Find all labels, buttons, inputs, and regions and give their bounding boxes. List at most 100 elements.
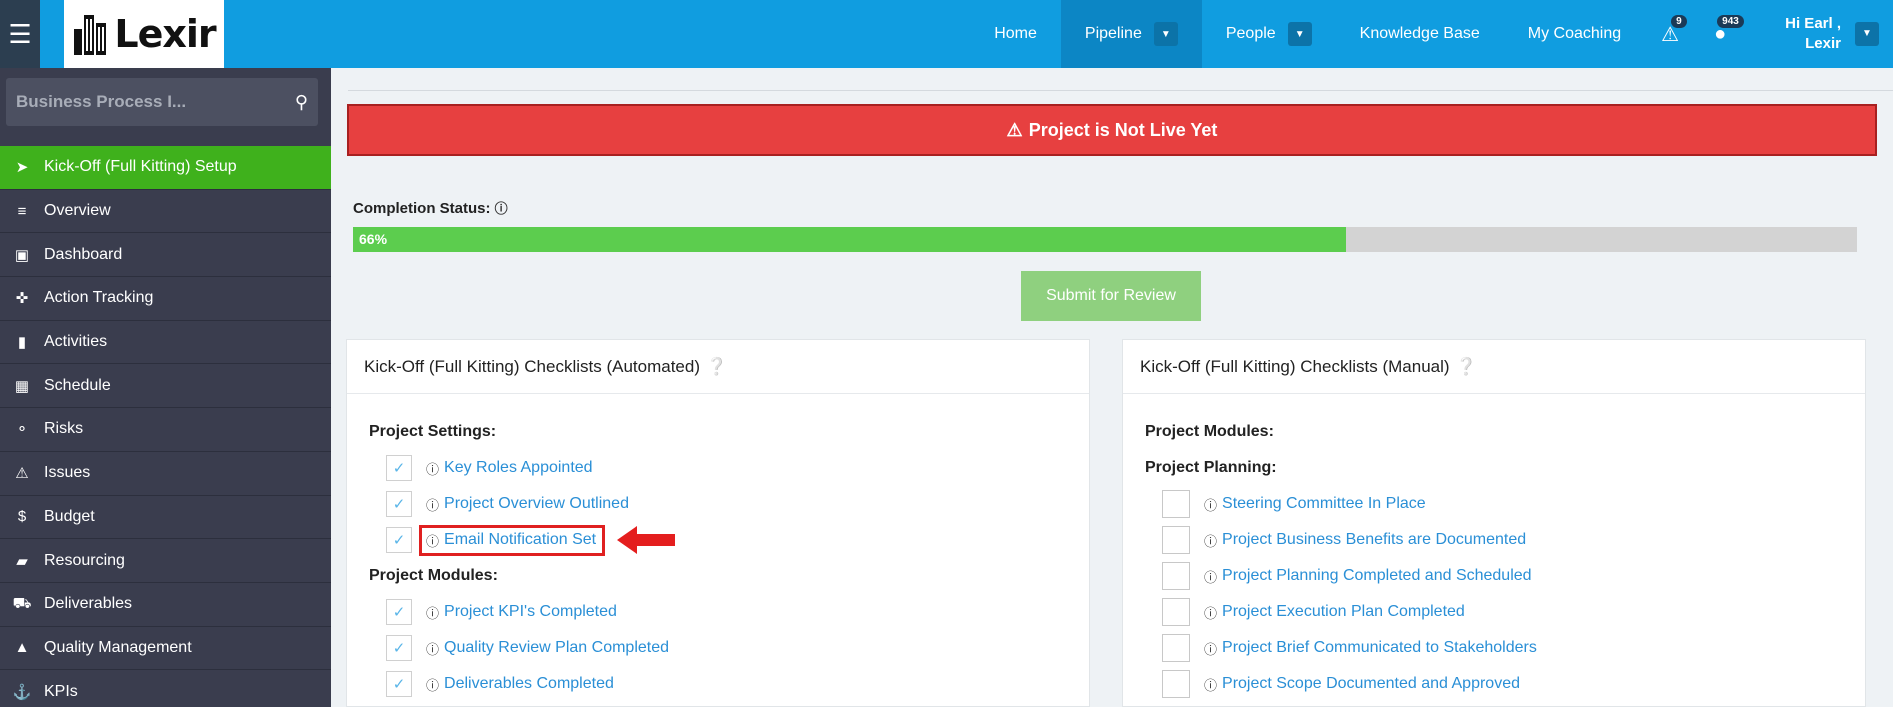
checklist-link[interactable]: Project Planning Completed and Scheduled bbox=[1222, 567, 1532, 585]
logo[interactable]: Lexir bbox=[64, 0, 224, 68]
checklist-link[interactable]: Project Brief Communicated to Stakeholde… bbox=[1222, 639, 1537, 657]
checkbox-unchecked[interactable] bbox=[1162, 490, 1190, 518]
nav-people[interactable]: People ▼ bbox=[1202, 0, 1336, 68]
checkbox-checked[interactable]: ✓ bbox=[386, 455, 412, 481]
nav-knowledge-base[interactable]: Knowledge Base bbox=[1336, 0, 1504, 68]
panel-header: Kick-Off (Full Kitting) Checklists (Manu… bbox=[1123, 340, 1865, 394]
checklist-link[interactable]: Deliverables Completed bbox=[444, 675, 614, 693]
section-label: Project Modules: bbox=[1145, 423, 1274, 440]
completion-label-text: Completion Status: bbox=[353, 200, 491, 217]
rocket-icon: ➤ bbox=[15, 159, 29, 177]
user-menu[interactable]: Hi Earl , Lexir ▼ bbox=[1745, 0, 1893, 68]
sidebar-item-schedule[interactable]: ▦ Schedule bbox=[0, 364, 331, 409]
dollar-icon: $ bbox=[17, 508, 27, 526]
checklist-link[interactable]: Project KPI's Completed bbox=[444, 603, 617, 621]
alerts-button[interactable]: ⚠ 9 bbox=[1645, 0, 1695, 68]
nav-pipeline[interactable]: Pipeline ▼ bbox=[1060, 0, 1202, 68]
info-icon[interactable]: ⓘ bbox=[1204, 675, 1217, 694]
notifications-badge: 943 bbox=[1717, 15, 1744, 28]
help-icon[interactable]: ❔ bbox=[706, 357, 727, 377]
sidebar-item-kickoff[interactable]: ➤ Kick-Off (Full Kitting) Setup bbox=[0, 146, 331, 190]
completion-status-label: Completion Status: ⓘ bbox=[353, 198, 513, 217]
checklist-item: ⓘ Project Planning Completed and Schedul… bbox=[1145, 558, 1865, 594]
info-icon[interactable]: ⓘ bbox=[426, 675, 439, 694]
chevron-down-icon[interactable]: ▼ bbox=[1153, 22, 1178, 46]
sidebar-item-resourcing[interactable]: ▰ Resourcing bbox=[0, 539, 331, 583]
info-icon[interactable]: ⓘ bbox=[1204, 531, 1217, 550]
checklist-link[interactable]: Project Scope Documented and Approved bbox=[1222, 675, 1520, 693]
user-org: Lexir bbox=[1805, 35, 1841, 52]
notifications-button[interactable]: ● 943 bbox=[1695, 0, 1745, 68]
nav-my-coaching[interactable]: My Coaching bbox=[1504, 0, 1645, 68]
checkbox-unchecked[interactable] bbox=[1162, 634, 1190, 662]
sidebar-item-kpis[interactable]: ⚓ KPIs bbox=[0, 670, 331, 707]
checkbox-checked[interactable]: ✓ bbox=[386, 599, 412, 625]
panel-header: Kick-Off (Full Kitting) Checklists (Auto… bbox=[347, 340, 1089, 394]
checkbox-unchecked[interactable] bbox=[1162, 598, 1190, 626]
checklist-link[interactable]: Project Overview Outlined bbox=[444, 495, 629, 513]
nav-home[interactable]: Home bbox=[970, 0, 1061, 68]
info-icon[interactable]: ⓘ bbox=[1204, 495, 1217, 514]
info-icon[interactable]: ⓘ bbox=[426, 531, 439, 550]
search-input[interactable]: Business Process I... bbox=[16, 92, 295, 112]
sidebar-menu: ➤ Kick-Off (Full Kitting) Setup ≡ Overview… bbox=[0, 146, 331, 707]
sidebar-item-quality-management[interactable]: ▲ Quality Management bbox=[0, 627, 331, 671]
sidebar-item-issues[interactable]: ⚠ Issues bbox=[0, 452, 331, 496]
checkbox-checked[interactable]: ✓ bbox=[386, 635, 412, 661]
info-icon[interactable]: ⓘ bbox=[426, 639, 439, 658]
checkbox-unchecked[interactable] bbox=[1162, 670, 1190, 698]
sidebar-item-activities[interactable]: ▮ Activities bbox=[0, 321, 331, 365]
alerts-badge: 9 bbox=[1671, 15, 1687, 28]
checklist-link[interactable]: Quality Review Plan Completed bbox=[444, 639, 669, 657]
main-content: ⚠ Project is Not Live Yet Completion Sta… bbox=[331, 68, 1893, 707]
checkbox-unchecked[interactable] bbox=[1162, 526, 1190, 554]
help-icon[interactable]: ❔ bbox=[1456, 357, 1477, 377]
chevron-down-icon[interactable]: ▼ bbox=[1287, 22, 1312, 46]
sidebar-item-deliverables[interactable]: ⛟ Deliverables bbox=[0, 583, 331, 627]
checklist-item: ⓘ Project Execution Plan Completed bbox=[1145, 594, 1865, 630]
info-icon[interactable]: ⓘ bbox=[426, 603, 439, 622]
sidebar-item-overview[interactable]: ≡ Overview bbox=[0, 190, 331, 234]
checkbox-checked[interactable]: ✓ bbox=[386, 527, 412, 553]
checklist-link[interactable]: Steering Committee In Place bbox=[1222, 495, 1426, 513]
sidebar-item-label: Issues bbox=[44, 464, 91, 482]
info-icon[interactable]: ⓘ bbox=[426, 495, 439, 514]
info-icon[interactable]: ⓘ bbox=[426, 459, 439, 478]
info-icon[interactable]: ⓘ bbox=[1204, 603, 1217, 622]
project-status-alert: ⚠ Project is Not Live Yet bbox=[347, 104, 1877, 156]
sidebar-item-label: Overview bbox=[44, 202, 111, 220]
sidebar-item-label: Resourcing bbox=[44, 551, 125, 569]
info-icon[interactable]: ⓘ bbox=[1204, 639, 1217, 658]
project-search[interactable]: Business Process I... ⚲ bbox=[6, 78, 318, 126]
checkbox-unchecked[interactable] bbox=[1162, 562, 1190, 590]
divider bbox=[348, 90, 1893, 91]
nav-people-label: People bbox=[1225, 25, 1276, 42]
checklist-item: ✓ ⓘ Deliverables Completed bbox=[369, 666, 1089, 702]
sidebar-item-risks[interactable]: ⚬ Risks bbox=[0, 408, 331, 452]
completion-progress-bar: 66% bbox=[353, 227, 1857, 252]
highlight-box: ⓘ Email Notification Set bbox=[419, 524, 606, 556]
logo-building-icon bbox=[74, 15, 107, 55]
submit-for-review-button[interactable]: Submit for Review bbox=[1021, 271, 1201, 321]
checklist-link[interactable]: Email Notification Set bbox=[444, 531, 596, 549]
checklist-link[interactable]: Key Roles Appointed bbox=[444, 459, 593, 477]
hamburger-menu-icon[interactable]: ☰ bbox=[0, 0, 40, 68]
checklist-item: ⓘ Project Scope Documented and Approved bbox=[1145, 666, 1865, 702]
checkbox-checked[interactable]: ✓ bbox=[386, 491, 412, 517]
sidebar-item-label: KPIs bbox=[44, 682, 78, 700]
list-icon: ≡ bbox=[17, 202, 27, 220]
checklist-item: ✓ ⓘ Project Overview Outlined bbox=[369, 486, 1089, 522]
warning-icon: ⚠ bbox=[1006, 119, 1023, 140]
sidebar-item-action-tracking[interactable]: ✜ Action Tracking bbox=[0, 277, 331, 321]
sidebar-item-label: Schedule bbox=[44, 376, 111, 394]
sidebar-item-dashboard[interactable]: ▣ Dashboard bbox=[0, 233, 331, 278]
info-icon[interactable]: ⓘ bbox=[1204, 567, 1217, 586]
sidebar-item-label: Deliverables bbox=[44, 595, 133, 613]
checklist-link[interactable]: Project Execution Plan Completed bbox=[1222, 603, 1465, 621]
search-icon[interactable]: ⚲ bbox=[295, 92, 308, 113]
chevron-down-icon[interactable]: ▼ bbox=[1855, 22, 1879, 46]
sidebar-item-budget[interactable]: $ Budget bbox=[0, 496, 331, 540]
checklist-link[interactable]: Project Business Benefits are Documented bbox=[1222, 531, 1526, 549]
checkbox-checked[interactable]: ✓ bbox=[386, 671, 412, 697]
info-icon[interactable]: ⓘ bbox=[495, 201, 508, 216]
